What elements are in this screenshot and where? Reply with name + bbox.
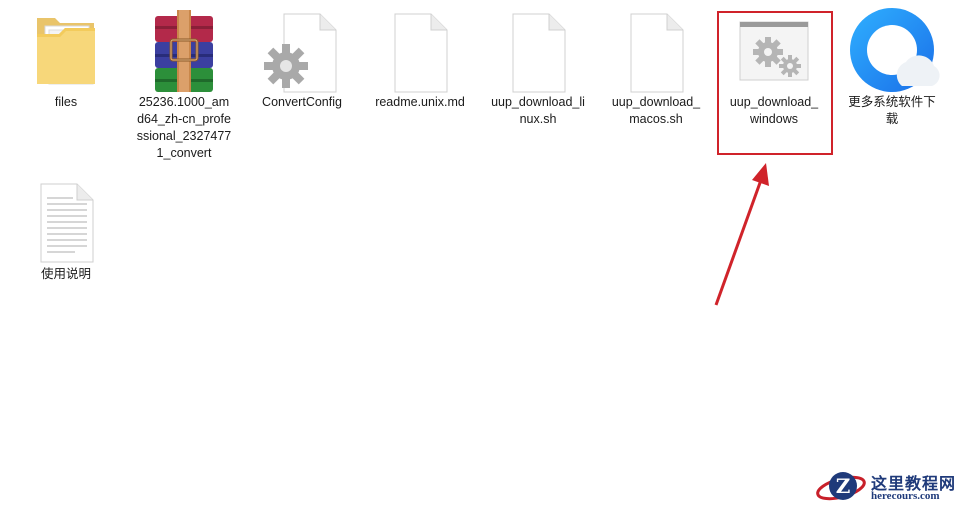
watermark-url: herecours.com (871, 490, 940, 502)
pointer-arrow (714, 163, 769, 306)
svg-text:Z: Z (836, 474, 851, 498)
watermark-logo: Z 这里教程网 herecours.com (815, 466, 963, 506)
desktop-folder-view: files 25236.1000_amd64_zh-cn_professiona… (0, 0, 963, 509)
z-logo-icon: Z (816, 472, 866, 501)
